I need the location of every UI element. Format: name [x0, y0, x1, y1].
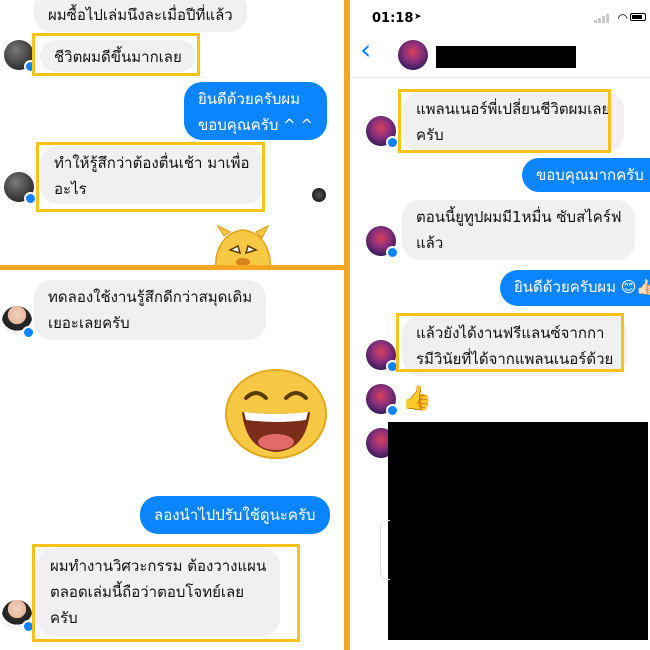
message-text: ยินดีด้วยครับผม 😊👍🏻 — [514, 278, 650, 296]
small-avatar-icon — [312, 188, 326, 202]
chat-panel-top-left: ผมซื้อไปเล่มนึงละเมื่อปีที่แล้ว ชีวิตผมด… — [0, 0, 344, 265]
redacted-message-block — [388, 422, 648, 640]
status-time: 01:18 — [372, 11, 414, 26]
message-text: ตลอดเล่มนี้ถือว่าตอบโจทย์เลย — [50, 583, 244, 601]
thumbs-up-icon: 👍 — [402, 384, 432, 412]
laughing-face-emoji-icon — [225, 369, 327, 459]
message-text: ขอบคุณครับ ^ ^ — [198, 116, 314, 134]
message-bubble: แล้วยังได้งานฟรีแลนซ์จากกา รมีวินัยที่ได… — [402, 316, 628, 376]
message-bubble: ขอบคุณมากครับ 🙏🏻 — [522, 158, 650, 192]
messenger-badge-icon — [22, 326, 35, 339]
message-bubble: ตอนนี้ยูทูปผมมี1หมื่น ซับสไคร์ฟ แล้ว — [402, 200, 636, 260]
yellow-blob-sticker-icon — [215, 224, 271, 265]
messenger-badge-icon — [22, 620, 35, 633]
message-text: ยินดีด้วยครับผม — [198, 90, 301, 108]
message-text: ทดลองใช้งานรู้สึกดีกว่าสมุดเดิม — [48, 288, 253, 306]
message-text: ทำให้รู้สึกว่าต้องตื่นเช้า มาเพื่อ — [54, 154, 250, 172]
sender-avatar — [4, 40, 37, 73]
message-bubble: ผมทำงานวิศวะกรรม ต้องวางแผน ตลอดเล่มนี้ถ… — [36, 548, 281, 636]
battery-icon — [630, 13, 646, 21]
redacted-contact-name — [436, 46, 576, 68]
message-text: ลองนำไปปรับใช้ดูนะครับ — [154, 506, 316, 524]
sender-avatar — [366, 226, 399, 259]
message-bubble: ผมซื้อไปเล่มนึงละเมื่อปีที่แล้ว — [34, 0, 247, 32]
chat-panel-right: 01:18 ➤ ◠ ‹ แพลนเนอร์พี่เปลี่ยนชีวิตผมเล… — [350, 0, 650, 650]
messenger-badge-icon — [24, 60, 37, 73]
contact-avatar[interactable] — [398, 40, 428, 70]
message-text: ครับ — [50, 609, 78, 627]
message-text: แพลนเนอร์พี่เปลี่ยนชีวิตผมเลย — [416, 100, 611, 118]
messenger-badge-icon — [386, 136, 399, 149]
message-text: ผมซื้อไปเล่มนึงละเมื่อปีที่แล้ว — [48, 6, 233, 24]
wifi-icon: ◠ — [617, 11, 628, 25]
sender-avatar — [366, 340, 399, 373]
messenger-badge-icon — [24, 192, 37, 205]
message-bubble: ทดลองใช้งานรู้สึกดีกว่าสมุดเดิม เยอะเลยค… — [34, 280, 267, 340]
message-bubble: ชีวิตผมดีขึ้นมากเลย — [40, 40, 196, 72]
status-bar: 01:18 ➤ ◠ — [350, 0, 650, 30]
message-text: ผมทำงานวิศวะกรรม ต้องวางแผน — [50, 557, 267, 575]
message-text: แล้ว — [416, 234, 444, 252]
message-bubble: แพลนเนอร์พี่เปลี่ยนชีวิตผมเลย ครับ — [402, 92, 625, 152]
sender-avatar — [2, 600, 35, 633]
message-text: ตอนนี้ยูทูปผมมี1หมื่น ซับสไคร์ฟ — [416, 208, 622, 226]
message-text: แล้วยังได้งานฟรีแลนซ์จากกา — [416, 324, 605, 342]
location-arrow-icon: ➤ — [414, 12, 422, 22]
messenger-badge-icon — [386, 360, 399, 373]
message-bubble: ยินดีด้วยครับผม ขอบคุณครับ ^ ^ — [184, 82, 328, 140]
sender-avatar — [366, 384, 399, 417]
messenger-badge-icon — [386, 246, 399, 259]
messenger-badge-icon — [386, 404, 399, 417]
sender-avatar — [2, 306, 35, 339]
message-text: รมีวินัยที่ได้จากแพลนเนอร์ด้วย — [416, 350, 614, 368]
chevron-left-icon[interactable]: ‹ — [360, 36, 371, 64]
conversation-header: ‹ — [350, 30, 650, 78]
signal-icon — [594, 13, 612, 23]
message-text: ชีวิตผมดีขึ้นมากเลย — [54, 48, 182, 66]
message-bubble: ลองนำไปปรับใช้ดูนะครับ — [140, 496, 330, 534]
message-text: ครับ — [416, 126, 444, 144]
bubble-edge — [380, 520, 390, 580]
message-text: เยอะเลยครับ — [48, 314, 130, 332]
message-bubble: ทำให้รู้สึกว่าต้องตื่นเช้า มาเพื่อ อะไร — [40, 146, 264, 204]
message-text: ขอบคุณมากครับ 🙏🏻 — [536, 166, 650, 184]
sender-avatar — [366, 116, 399, 149]
message-bubble: ยินดีด้วยครับผม 😊👍🏻 — [500, 270, 650, 306]
sender-avatar — [4, 172, 37, 205]
message-text: อะไร — [54, 180, 87, 198]
chat-panel-bottom-left: ทดลองใช้งานรู้สึกดีกว่าสมุดเดิม เยอะเลยค… — [0, 270, 344, 650]
